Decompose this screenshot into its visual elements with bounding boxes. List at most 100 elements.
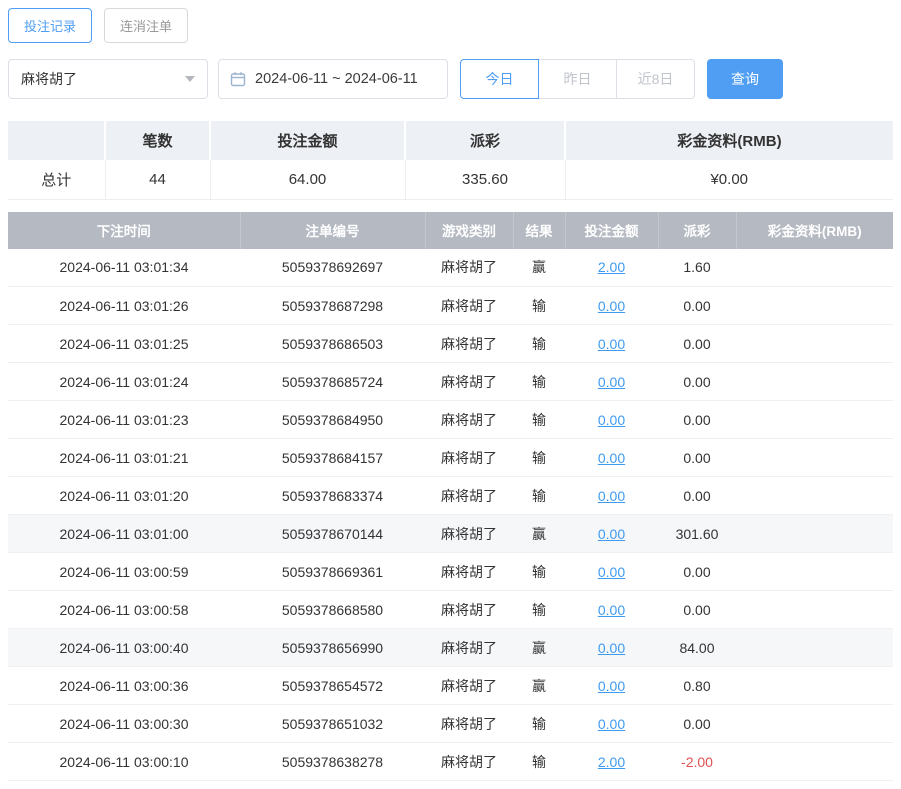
bet-amount-link[interactable]: 0.00: [598, 602, 625, 618]
order-id: 5059378683374: [240, 476, 425, 515]
result: 赢: [513, 514, 565, 553]
game-type: 麻将胡了: [425, 514, 513, 553]
summary-value-1: 44: [105, 160, 211, 200]
tab-bet-records[interactable]: 投注记录: [8, 8, 93, 43]
table-row: 2024-06-11 03:00:40 5059378656990 麻将胡了赢 0.0…: [8, 628, 893, 667]
bet-amount-link[interactable]: 0.00: [598, 450, 625, 466]
game-type: 麻将胡了: [425, 248, 513, 287]
date-range-picker[interactable]: 2024-06-11 ~ 2024-06-11: [218, 59, 448, 99]
bet-amount-cell: 0.00: [565, 324, 658, 363]
game-type: 麻将胡了: [425, 666, 513, 705]
bet-amount-link[interactable]: 0.00: [598, 336, 625, 352]
game-type: 麻将胡了: [425, 286, 513, 325]
quick-filter-yesterday[interactable]: 昨日: [538, 59, 617, 99]
bet-time: 2024-06-11 03:00:36: [8, 666, 240, 705]
bet-amount-link[interactable]: 0.00: [598, 526, 625, 542]
result: 输: [513, 362, 565, 401]
bet-time: 2024-06-11 03:00:59: [8, 552, 240, 591]
bet-table-header-row: 下注时间 注单编号 游戏类别 结果 投注金额 派彩 彩金资料(RMB): [8, 211, 893, 249]
bet-time: 2024-06-11 03:01:00: [8, 514, 240, 553]
bet-amount-cell: 0.00: [565, 362, 658, 401]
payout-value: 0.00: [658, 704, 736, 743]
bet-time: 2024-06-11 03:00:10: [8, 742, 240, 781]
bet-amount-link[interactable]: 0.00: [598, 412, 625, 428]
bonus-value: [736, 400, 893, 439]
bet-amount-cell: 0.00: [565, 476, 658, 515]
bet-amount-cell: 0.00: [565, 590, 658, 629]
summary-table: 笔数 投注金额 派彩 彩金资料(RMB) 总计 44 64.00 335.60 ¥0.00: [8, 121, 893, 200]
game-type: 麻将胡了: [425, 400, 513, 439]
order-id: 5059378670144: [240, 514, 425, 553]
summary-value-2: 64.00: [210, 160, 406, 200]
bet-time: 2024-06-11 03:01:25: [8, 324, 240, 363]
result: 输: [513, 400, 565, 439]
game-select[interactable]: 麻将胡了: [8, 59, 208, 99]
quick-filter-today[interactable]: 今日: [460, 59, 539, 99]
bet-amount-link[interactable]: 2.00: [598, 259, 625, 275]
bet-amount-link[interactable]: 0.00: [598, 298, 625, 314]
bet-amount-cell: 2.00: [565, 742, 658, 781]
payout-value: -2.00: [658, 742, 736, 781]
result: 赢: [513, 248, 565, 287]
bet-amount-link[interactable]: 0.00: [598, 488, 625, 504]
order-id: 5059378684157: [240, 438, 425, 477]
payout-value: 301.60: [658, 514, 736, 553]
summary-total-label: 总计: [8, 160, 106, 200]
payout-value: 0.00: [658, 552, 736, 591]
bonus-value: [736, 742, 893, 781]
order-id: 5059378668580: [240, 590, 425, 629]
bet-amount-link[interactable]: 0.00: [598, 640, 625, 656]
summary-header-4: 彩金资料(RMB): [565, 121, 893, 160]
bonus-value: [736, 704, 893, 743]
bet-amount-link[interactable]: 0.00: [598, 716, 625, 732]
order-id: 5059378669361: [240, 552, 425, 591]
game-type: 麻将胡了: [425, 324, 513, 363]
game-type: 麻将胡了: [425, 590, 513, 629]
summary-value-4: ¥0.00: [565, 160, 893, 200]
quick-filter-last-8-days[interactable]: 近8日: [616, 59, 695, 99]
bet-amount-cell: 0.00: [565, 438, 658, 477]
bet-time: 2024-06-11 03:01:21: [8, 438, 240, 477]
summary-header-2: 投注金额: [210, 121, 406, 160]
bet-time: 2024-06-11 03:01:23: [8, 400, 240, 439]
payout-value: 0.00: [658, 476, 736, 515]
table-row: 2024-06-11 03:00:59 5059378669361 麻将胡了输 0.0…: [8, 552, 893, 591]
bet-table-body: 2024-06-11 03:01:34 5059378692697 麻将胡了赢 2.0…: [8, 248, 893, 781]
game-type: 麻将胡了: [425, 362, 513, 401]
result: 输: [513, 324, 565, 363]
bet-amount-cell: 0.00: [565, 552, 658, 591]
result: 赢: [513, 628, 565, 667]
query-button[interactable]: 查询: [707, 59, 783, 99]
betting-records-page: 投注记录 连消注单 麻将胡了 2024-06-11 ~ 2024-06-11 今…: [0, 0, 901, 789]
calendar-icon: [230, 72, 246, 87]
bet-table-header-2: 游戏类别: [425, 211, 514, 249]
bet-table-header-4: 投注金额: [565, 211, 659, 249]
payout-value: 0.00: [658, 362, 736, 401]
summary-data-row: 总计 44 64.00 335.60 ¥0.00: [8, 160, 893, 200]
result: 输: [513, 704, 565, 743]
bet-amount-link[interactable]: 0.00: [598, 678, 625, 694]
bet-amount-link[interactable]: 0.00: [598, 374, 625, 390]
table-row: 2024-06-11 03:01:34 5059378692697 麻将胡了赢 2.0…: [8, 248, 893, 287]
payout-value: 0.00: [658, 324, 736, 363]
bonus-value: [736, 362, 893, 401]
tab-cancelled-orders[interactable]: 连消注单: [104, 8, 189, 43]
filter-row: 麻将胡了 2024-06-11 ~ 2024-06-11 今日 昨日 近8日 查…: [8, 59, 893, 99]
bonus-value: [736, 476, 893, 515]
table-row: 2024-06-11 03:01:20 5059378683374 麻将胡了输 0.0…: [8, 476, 893, 515]
bet-amount-link[interactable]: 0.00: [598, 564, 625, 580]
bet-amount-link[interactable]: 2.00: [598, 754, 625, 770]
table-row: 2024-06-11 03:01:25 5059378686503 麻将胡了输 0.0…: [8, 324, 893, 363]
chevron-down-icon: [185, 76, 195, 82]
date-range-value: 2024-06-11 ~ 2024-06-11: [255, 71, 418, 87]
summary-header-row: 笔数 投注金额 派彩 彩金资料(RMB): [8, 121, 893, 160]
tabs-row: 投注记录 连消注单: [8, 8, 893, 43]
bet-time: 2024-06-11 03:01:20: [8, 476, 240, 515]
payout-value: 0.00: [658, 590, 736, 629]
bet-amount-cell: 0.00: [565, 666, 658, 705]
quick-filter-group: 今日 昨日 近8日: [460, 59, 695, 99]
bonus-value: [736, 628, 893, 667]
bet-amount-cell: 0.00: [565, 514, 658, 553]
bonus-value: [736, 286, 893, 325]
payout-value: 0.80: [658, 666, 736, 705]
